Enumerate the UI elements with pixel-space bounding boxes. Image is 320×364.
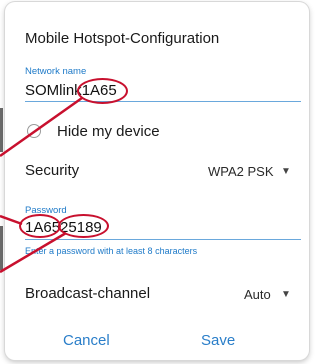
annotation-line-password-part1 (0, 214, 23, 226)
annotation-lines (0, 96, 83, 274)
annotation-line-ssid (0, 96, 83, 158)
annotation-line-password-part2 (0, 231, 67, 274)
